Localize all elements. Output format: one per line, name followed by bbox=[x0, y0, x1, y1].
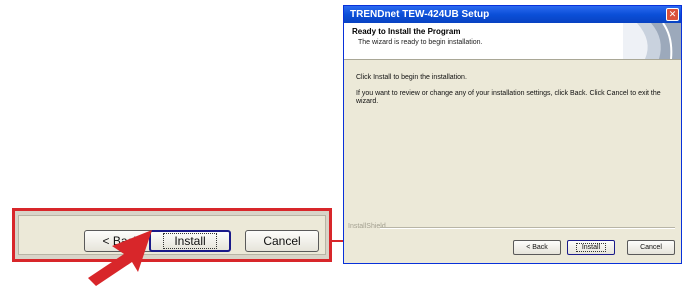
zoomed-install-label: Install bbox=[163, 233, 217, 249]
install-label: Install bbox=[575, 243, 607, 252]
separator bbox=[380, 227, 675, 229]
zoomed-cancel-button[interactable]: Cancel bbox=[245, 230, 319, 252]
zoomed-button-bar: < Back Install Cancel bbox=[18, 215, 326, 255]
back-button[interactable]: < Back bbox=[513, 240, 561, 255]
install-button[interactable]: Install bbox=[567, 240, 615, 255]
zoomed-button-bar-highlight: < Back Install Cancel bbox=[12, 208, 332, 262]
header-title: Ready to Install the Program bbox=[352, 27, 461, 36]
header-subtitle: The wizard is ready to begin installatio… bbox=[358, 39, 483, 46]
review-instruction: If you want to review or change any of y… bbox=[356, 90, 661, 105]
close-icon[interactable]: ✕ bbox=[666, 8, 679, 21]
dialog-titlebar[interactable]: TRENDnet TEW-424UB Setup bbox=[344, 6, 681, 23]
install-instruction: Click Install to begin the installation. bbox=[356, 74, 467, 81]
cancel-label: Cancel bbox=[640, 244, 662, 251]
back-label: < Back bbox=[526, 244, 548, 251]
pointer-arrow-icon bbox=[88, 230, 152, 286]
cancel-button[interactable]: Cancel bbox=[627, 240, 675, 255]
dialog-header: Ready to Install the Program The wizard … bbox=[344, 23, 681, 60]
zoomed-cancel-label: Cancel bbox=[263, 234, 301, 248]
installer-graphic-icon bbox=[623, 23, 681, 59]
setup-dialog: TRENDnet TEW-424UB Setup ✕ Ready to Inst… bbox=[343, 5, 682, 264]
dialog-title: TRENDnet TEW-424UB Setup bbox=[350, 9, 490, 20]
